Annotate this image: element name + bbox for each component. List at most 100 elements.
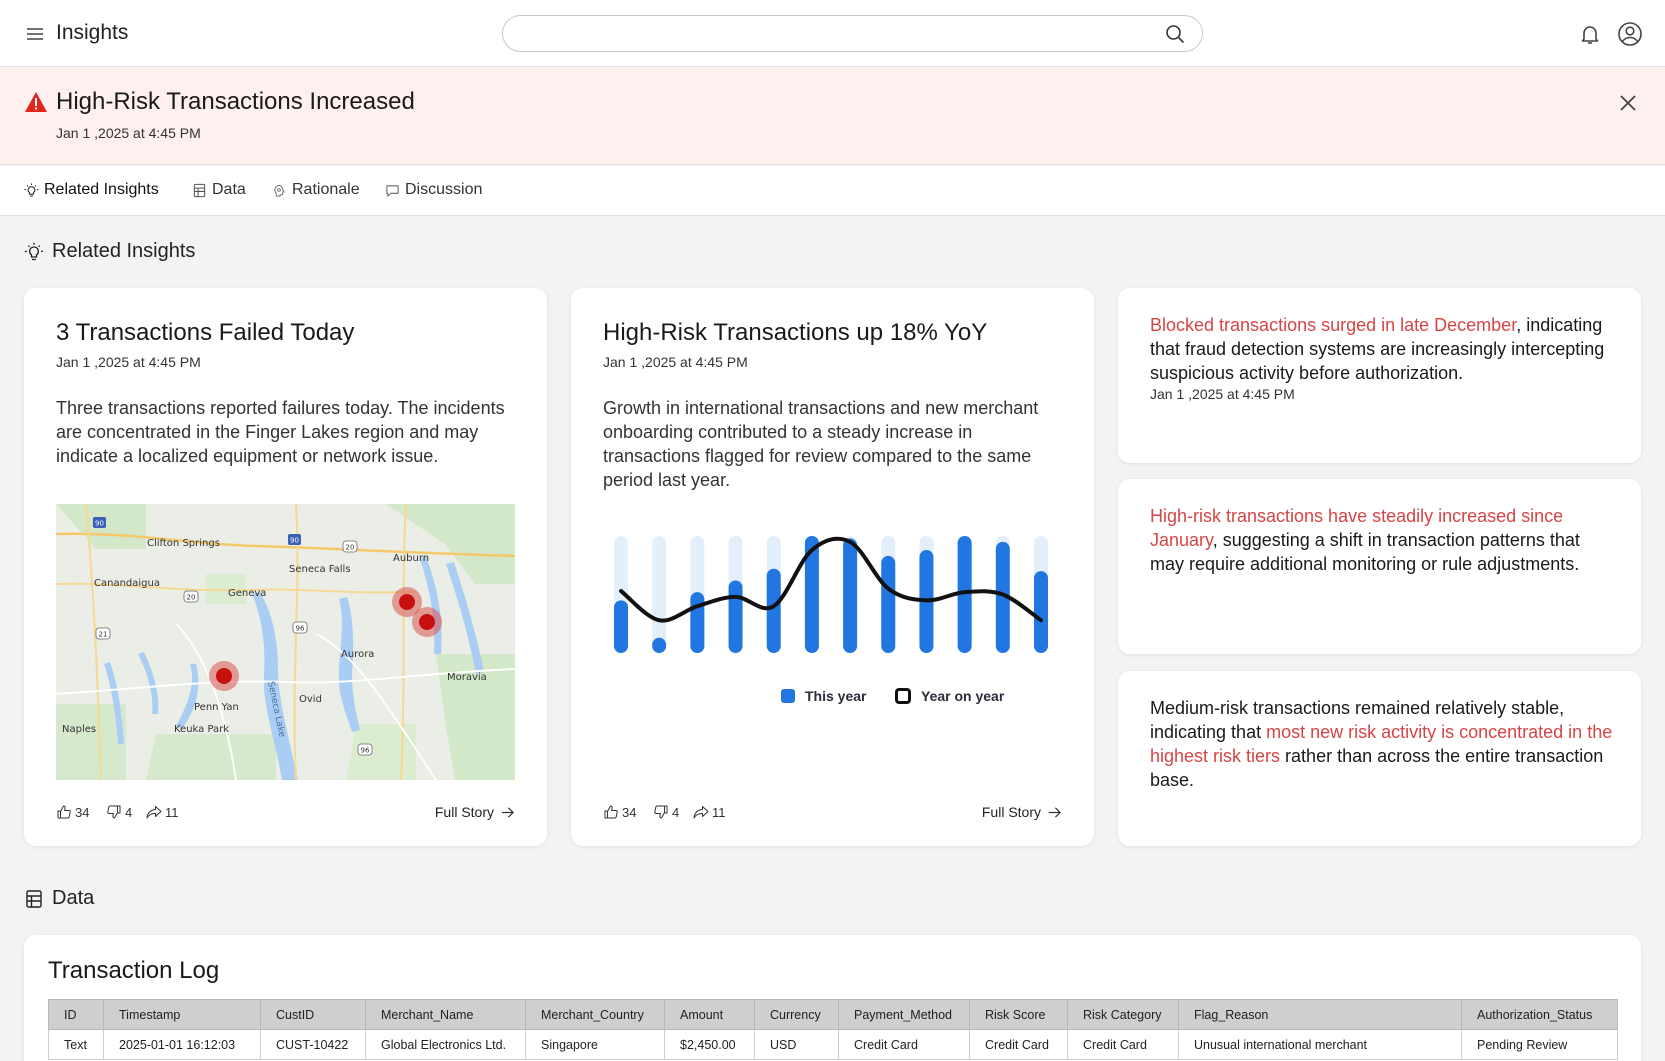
svg-text:Keuka Park: Keuka Park <box>174 724 229 735</box>
svg-text:Naples: Naples <box>62 724 96 735</box>
bell-icon[interactable] <box>1578 22 1602 46</box>
legend-label: Year on year <box>921 688 1005 704</box>
like-count: 34 <box>622 804 637 820</box>
thumbs-down-icon <box>654 805 668 819</box>
card-title: 3 Transactions Failed Today <box>56 319 355 346</box>
search-input[interactable] <box>519 22 1139 46</box>
table-cell: Singapore <box>525 1029 665 1060</box>
card-footer: 34 4 11 Full Story <box>56 804 515 824</box>
bar-line-chart: This year Year on year <box>603 518 1063 718</box>
tab-related-insights[interactable]: Related Insights <box>24 181 159 199</box>
chart-bar[interactable] <box>614 600 628 653</box>
section-title-text: Data <box>52 887 95 909</box>
card-description: Three transactions reported failures tod… <box>56 398 505 466</box>
like-button[interactable]: 34 <box>603 804 636 820</box>
column-header[interactable]: Flag_Reason <box>1178 999 1462 1030</box>
svg-text:Penn Yan: Penn Yan <box>194 702 239 713</box>
column-header[interactable]: ID <box>48 999 104 1030</box>
table-cell: Credit Card <box>969 1029 1068 1060</box>
svg-text:Geneva: Geneva <box>228 588 266 599</box>
legend-swatch <box>895 688 911 704</box>
chart-bar[interactable] <box>843 538 858 653</box>
card-title: High-Risk Transactions up 18% YoY <box>603 319 988 346</box>
tab-label: Related Insights <box>44 181 159 198</box>
chart-bar[interactable] <box>652 637 667 653</box>
column-header[interactable]: Payment_Method <box>838 999 970 1030</box>
tab-discussion[interactable]: Discussion <box>385 181 482 199</box>
svg-text:20: 20 <box>346 544 355 552</box>
column-header[interactable]: Risk Score <box>969 999 1068 1030</box>
insight-card-high-risk-yoy: High-Risk Transactions up 18% YoY Jan 1 … <box>571 288 1094 846</box>
alert-timestamp: Jan 1 ,2025 at 4:45 PM <box>56 125 201 141</box>
dislike-button[interactable]: 4 <box>106 804 132 820</box>
column-header[interactable]: Authorization_Status <box>1461 999 1618 1030</box>
map-marker[interactable] <box>412 607 442 637</box>
share-icon <box>693 806 709 819</box>
full-story-link[interactable]: Full Story <box>982 804 1062 820</box>
full-story-link[interactable]: Full Story <box>435 804 515 820</box>
card-timestamp: Jan 1 ,2025 at 4:45 PM <box>603 354 748 370</box>
column-header[interactable]: Merchant_Country <box>525 999 665 1030</box>
map-canvas[interactable]: 90 90 20 20 96 21 96 Clifton Springs Sen… <box>56 504 515 780</box>
lightbulb-icon <box>25 242 43 260</box>
section-title-text: Related Insights <box>52 240 196 262</box>
thumbs-up-icon <box>57 805 71 819</box>
tab-rationale[interactable]: Rationale <box>272 181 360 199</box>
highlighted-text: Blocked transactions surged in late Dece… <box>1150 315 1517 335</box>
insight-card-failed-transactions: 3 Transactions Failed Today Jan 1 ,2025 … <box>24 288 547 846</box>
table-cell: $2,450.00 <box>664 1029 755 1060</box>
search-icon[interactable] <box>1164 23 1186 45</box>
lightbulb-icon <box>24 182 39 197</box>
close-icon[interactable] <box>1618 93 1638 113</box>
legend-swatch <box>781 689 795 703</box>
user-account-icon[interactable] <box>1617 21 1643 47</box>
data-heading: Data <box>24 887 94 910</box>
dislike-count: 4 <box>125 804 133 820</box>
legend-item-year-on-year: Year on year <box>895 688 1004 704</box>
column-header[interactable]: Risk Category <box>1067 999 1179 1030</box>
table-icon <box>26 889 42 908</box>
thumbs-down-icon <box>107 805 121 819</box>
column-header[interactable]: Amount <box>664 999 755 1030</box>
chart-bar[interactable] <box>728 580 743 653</box>
column-header[interactable]: Merchant_Name <box>365 999 526 1030</box>
insight-mini-card-medium-risk[interactable]: Medium-risk transactions remained relati… <box>1118 671 1641 846</box>
chart-legend: This year Year on year <box>603 686 1063 708</box>
chart-bar[interactable] <box>1034 571 1048 653</box>
chart-bar[interactable] <box>690 592 705 653</box>
insight-mini-card-blocked[interactable]: Blocked transactions surged in late Dece… <box>1118 288 1641 463</box>
table-row[interactable]: Text 2025-01-01 16:12:03 CUST-10422 Glob… <box>48 1029 1618 1060</box>
svg-text:90: 90 <box>95 520 104 528</box>
like-button[interactable]: 34 <box>56 804 89 820</box>
table-header-row: ID Timestamp CustID Merchant_Name Mercha… <box>48 999 1618 1030</box>
tab-data[interactable]: Data <box>192 181 246 199</box>
dislike-button[interactable]: 4 <box>653 804 679 820</box>
mini-card-text: Blocked transactions surged in late Dece… <box>1150 313 1615 403</box>
map[interactable]: 90 90 20 20 96 21 96 Clifton Springs Sen… <box>56 504 515 780</box>
column-header[interactable]: Timestamp <box>103 999 261 1030</box>
insight-mini-card-high-risk[interactable]: High-risk transactions have steadily inc… <box>1118 479 1641 654</box>
table-cell: USD <box>754 1029 839 1060</box>
like-count: 34 <box>75 804 90 820</box>
transaction-log-card: Transaction Log ID Timestamp CustID Merc… <box>24 935 1641 1061</box>
svg-text:Clifton Springs: Clifton Springs <box>147 538 220 549</box>
mini-card-body: , suggesting a shift in transaction patt… <box>1150 530 1580 574</box>
chart-bar[interactable] <box>881 555 896 653</box>
top-bar: Insights <box>0 0 1665 67</box>
menu-icon[interactable] <box>24 23 46 45</box>
share-button[interactable]: 11 <box>693 804 726 820</box>
table-cell: Credit Card <box>1067 1029 1179 1060</box>
column-header[interactable]: CustID <box>260 999 366 1030</box>
brain-icon <box>274 184 285 197</box>
search-bar[interactable] <box>502 15 1203 52</box>
table-cell: Pending Review <box>1461 1029 1618 1060</box>
card-footer: 34 4 11 Full Story <box>603 804 1062 824</box>
chart-bar[interactable] <box>766 568 781 653</box>
share-button[interactable]: 11 <box>146 804 179 820</box>
related-insights-heading: Related Insights <box>24 240 195 263</box>
column-header[interactable]: Currency <box>754 999 839 1030</box>
map-marker[interactable] <box>209 661 239 691</box>
dislike-count: 4 <box>672 804 680 820</box>
table-cell: 2025-01-01 16:12:03 <box>103 1029 261 1060</box>
legend-label: This year <box>805 688 867 704</box>
